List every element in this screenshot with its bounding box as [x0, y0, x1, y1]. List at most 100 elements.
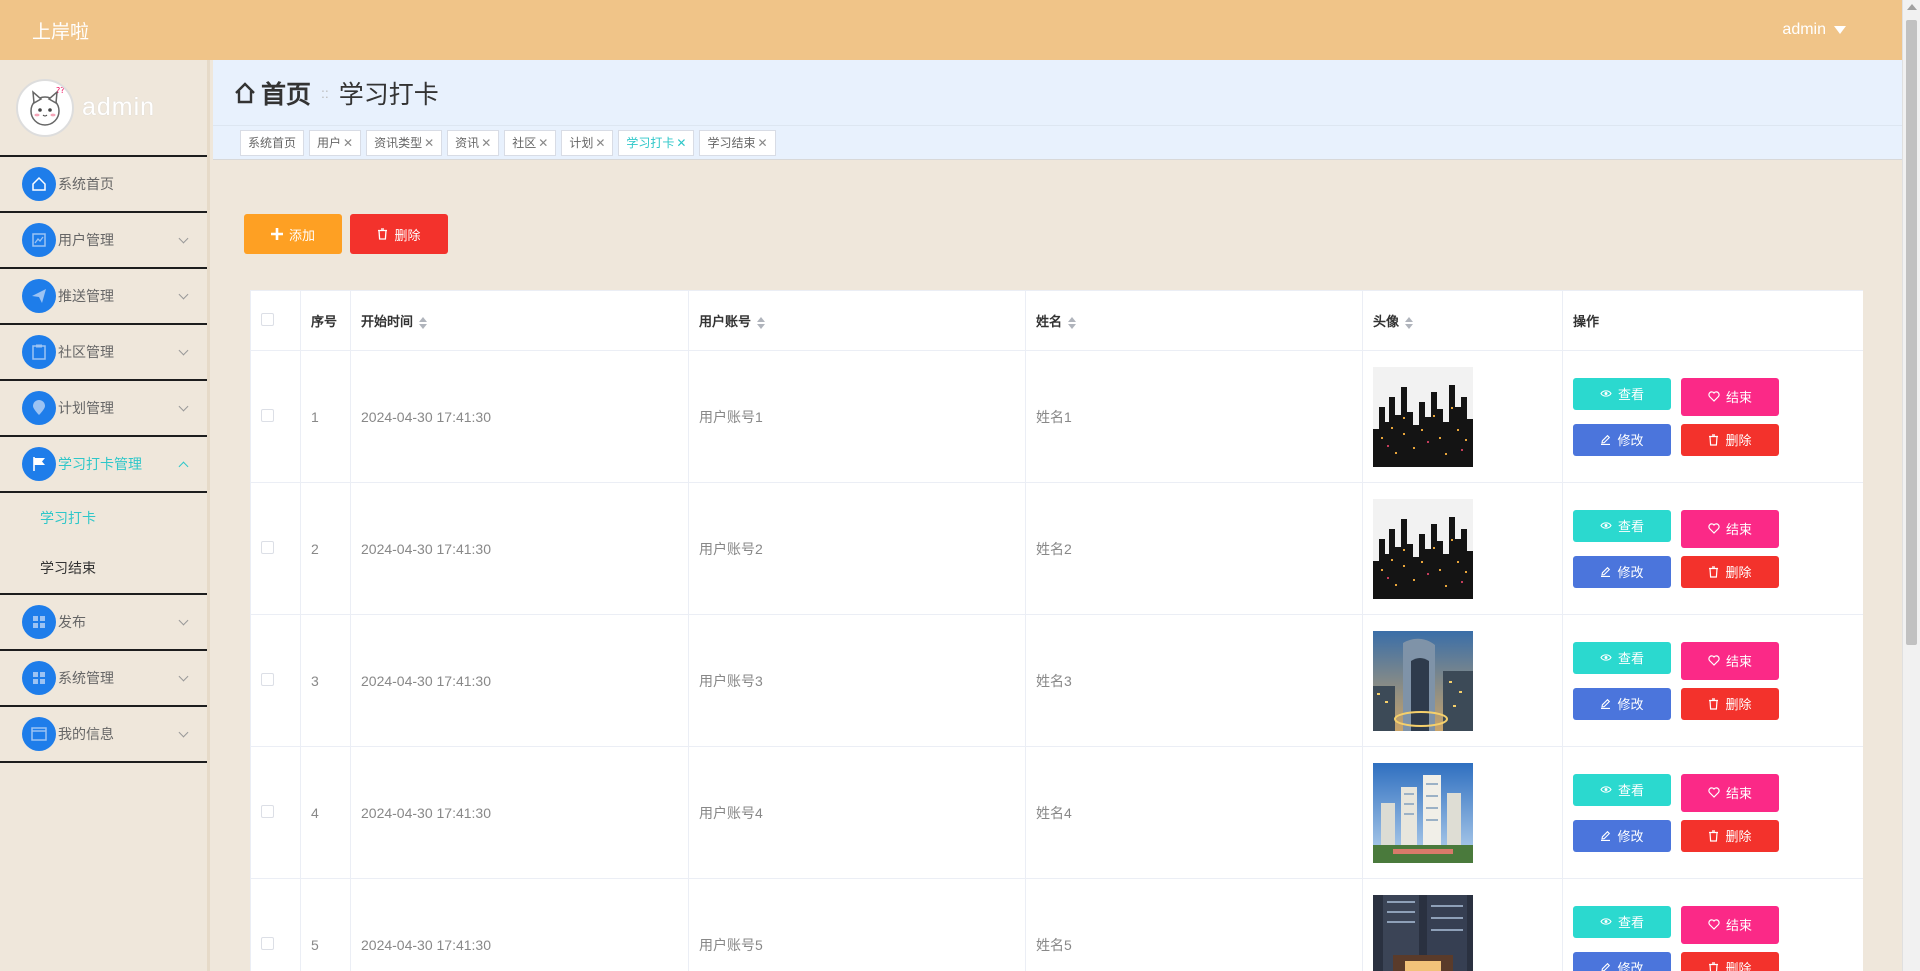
header-name[interactable]: 姓名	[1025, 290, 1363, 351]
submenu-item-study-end[interactable]: 学习结束	[0, 543, 207, 593]
end-label: 结束	[1725, 654, 1752, 669]
avatar-image[interactable]	[1373, 630, 1562, 731]
row-checkbox[interactable]	[261, 408, 274, 422]
cell-avatar	[1362, 482, 1563, 615]
edit-button[interactable]: 修改	[1573, 555, 1671, 588]
delete-button[interactable]: 删除	[1681, 819, 1779, 852]
close-icon[interactable]: ✕	[424, 136, 434, 150]
delete-button[interactable]: 删除	[1681, 423, 1779, 456]
close-icon[interactable]: ✕	[676, 136, 686, 150]
view-label: 查看	[1617, 915, 1644, 930]
header-avatar[interactable]: 头像	[1362, 290, 1563, 351]
tag-plan[interactable]: 计划 ✕	[561, 129, 614, 156]
view-button[interactable]: 查看	[1573, 509, 1671, 542]
view-button[interactable]: 查看	[1573, 773, 1671, 806]
close-icon[interactable]: ✕	[758, 136, 768, 150]
row-checkbox[interactable]	[261, 540, 274, 554]
header-ops: 操作	[1562, 290, 1863, 351]
close-icon[interactable]: ✕	[343, 136, 353, 150]
user-menu[interactable]: admin	[1782, 21, 1870, 39]
end-button[interactable]: 结束	[1681, 905, 1779, 944]
sidebar-item-study-checkin[interactable]: 学习打卡管理	[0, 437, 207, 493]
view-button[interactable]: 查看	[1573, 641, 1671, 674]
batch-delete-button[interactable]: 删除	[350, 214, 448, 254]
close-icon[interactable]: ✕	[595, 136, 605, 150]
header-start-time[interactable]: 开始时间	[350, 290, 689, 351]
tag-home[interactable]: 系统首页	[240, 129, 305, 156]
edit-button[interactable]: 修改	[1573, 819, 1671, 852]
table-row: 4 2024-04-30 17:41:30 用户账号4 姓名4 查看 结束 修改 删除	[250, 746, 1863, 879]
trash-icon	[1709, 433, 1719, 446]
delete-button[interactable]: 删除	[1681, 951, 1779, 971]
add-button[interactable]: 添加	[244, 214, 342, 254]
chart-icon	[22, 223, 56, 257]
end-button[interactable]: 结束	[1681, 641, 1779, 680]
select-all-cell[interactable]	[250, 290, 301, 351]
add-button-label: 添加	[288, 227, 315, 243]
scrollbar-thumb[interactable]	[1906, 20, 1917, 645]
tag-user[interactable]: 用户 ✕	[309, 129, 362, 156]
view-button[interactable]: 查看	[1573, 905, 1671, 938]
end-button[interactable]: 结束	[1681, 773, 1779, 812]
avatar-image[interactable]	[1373, 366, 1562, 467]
tag-study-checkin[interactable]: 学习打卡 ✕	[618, 129, 695, 156]
row-actions: 查看 结束修改 删除	[1573, 641, 1863, 720]
avatar-image[interactable]	[1373, 498, 1562, 599]
row-select-cell[interactable]	[250, 614, 301, 747]
tag-news[interactable]: 资讯 ✕	[447, 129, 500, 156]
header-account[interactable]: 用户账号	[688, 290, 1026, 351]
sidebar-item-publish[interactable]: 发布	[0, 595, 207, 651]
sidebar-item-system[interactable]: 系统管理	[0, 651, 207, 707]
breadcrumb-home[interactable]: 首页	[233, 75, 311, 111]
row-select-cell[interactable]	[250, 878, 301, 971]
close-icon[interactable]: ✕	[538, 136, 548, 150]
row-select-cell[interactable]	[250, 350, 301, 483]
clipboard-icon	[22, 335, 56, 369]
flag-icon	[22, 447, 56, 481]
view-label: 查看	[1617, 783, 1644, 798]
tag-study-end[interactable]: 学习结束 ✕	[699, 129, 776, 156]
scroll-up-icon[interactable]	[1907, 4, 1917, 10]
eye-icon	[1600, 654, 1612, 661]
row-checkbox[interactable]	[261, 936, 274, 950]
row-select-cell[interactable]	[250, 746, 301, 879]
end-label: 结束	[1725, 786, 1752, 801]
tag-label: 资讯	[455, 136, 480, 150]
edit-button[interactable]: 修改	[1573, 687, 1671, 720]
sort-icon[interactable]	[419, 316, 428, 329]
row-checkbox[interactable]	[261, 804, 274, 818]
cell-ops: 查看 结束 修改 删除	[1562, 482, 1863, 615]
sidebar-item-my-info[interactable]: 我的信息	[0, 707, 207, 763]
sidebar-item-home[interactable]: 系统首页	[0, 157, 207, 213]
edit-button[interactable]: 修改	[1573, 423, 1671, 456]
sort-icon[interactable]	[1068, 316, 1077, 329]
end-button[interactable]: 结束	[1681, 377, 1779, 416]
row-checkbox[interactable]	[261, 672, 274, 686]
view-button[interactable]: 查看	[1573, 377, 1671, 410]
sort-icon[interactable]	[757, 316, 766, 329]
table-row: 1 2024-04-30 17:41:30 用户账号1 姓名1 查看 结束 修改 删除	[250, 350, 1863, 483]
sidebar-item-push[interactable]: 推送管理	[0, 269, 207, 325]
sidebar-item-label: 计划管理	[58, 400, 114, 416]
delete-button[interactable]: 删除	[1681, 555, 1779, 588]
avatar-image[interactable]	[1373, 894, 1562, 971]
sidebar-item-community[interactable]: 社区管理	[0, 325, 207, 381]
tag-news-type[interactable]: 资讯类型 ✕	[366, 129, 443, 156]
edit-button[interactable]: 修改	[1573, 951, 1671, 971]
sort-icon[interactable]	[1405, 316, 1414, 329]
select-all-checkbox[interactable]	[261, 312, 274, 326]
cell-avatar	[1362, 350, 1563, 483]
page-scrollbar[interactable]	[1902, 0, 1920, 971]
svg-text:??: ??	[56, 86, 65, 95]
sidebar-item-plan[interactable]: 计划管理	[0, 381, 207, 437]
avatar-image[interactable]	[1373, 762, 1562, 863]
row-actions: 查看 结束修改 删除	[1573, 773, 1863, 852]
end-button[interactable]: 结束	[1681, 509, 1779, 548]
cell-ops: 查看 结束修改 删除	[1562, 614, 1863, 747]
row-select-cell[interactable]	[250, 482, 301, 615]
close-icon[interactable]: ✕	[481, 136, 491, 150]
tag-community[interactable]: 社区 ✕	[504, 129, 557, 156]
submenu-item-study-checkin[interactable]: 学习打卡	[0, 493, 207, 543]
sidebar-item-users[interactable]: 用户管理	[0, 213, 207, 269]
delete-button[interactable]: 删除	[1681, 687, 1779, 720]
